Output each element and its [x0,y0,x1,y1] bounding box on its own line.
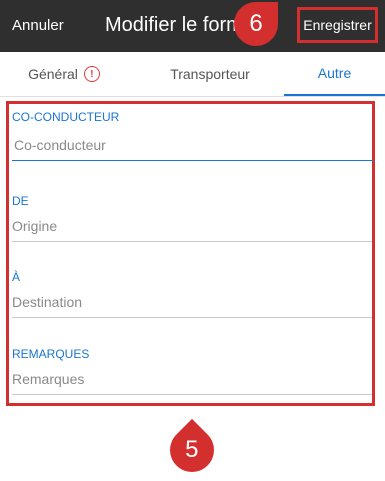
co-driver-label: CO-CONDUCTEUR [12,110,120,124]
remarks-input[interactable] [12,364,372,395]
annotation-marker-6-label: 6 [249,10,263,37]
cancel-button[interactable]: Annuler [12,17,64,34]
remarks-label: REMARQUES [12,347,90,361]
error-icon: ! [83,66,100,82]
tab-carrier-label: Transporteur [170,66,250,82]
destination-input[interactable] [12,287,372,318]
annotation-marker-5-label: 5 [185,435,199,463]
origin-input[interactable] [12,211,372,242]
annotation-marker-6: 6 [234,2,278,46]
tab-other-label: Autre [317,65,352,81]
tab-general-label: Général [28,66,78,82]
top-bar: Annuler Modifier le form Enregistrer [0,0,385,52]
save-button[interactable]: Enregistrer [297,7,378,43]
annotation-marker-5: 5 [160,418,224,481]
tab-bar: Général ! Transporteur Autre [0,52,385,97]
tab-other[interactable]: Autre [284,52,385,96]
to-label: À [12,270,21,284]
save-button-label: Enregistrer [303,17,372,33]
page-title: Modifier le form [105,14,243,36]
tab-general[interactable]: Général ! [0,52,128,96]
from-label: DE [12,194,29,208]
co-driver-input[interactable] [12,130,374,161]
tab-carrier[interactable]: Transporteur [146,52,274,96]
